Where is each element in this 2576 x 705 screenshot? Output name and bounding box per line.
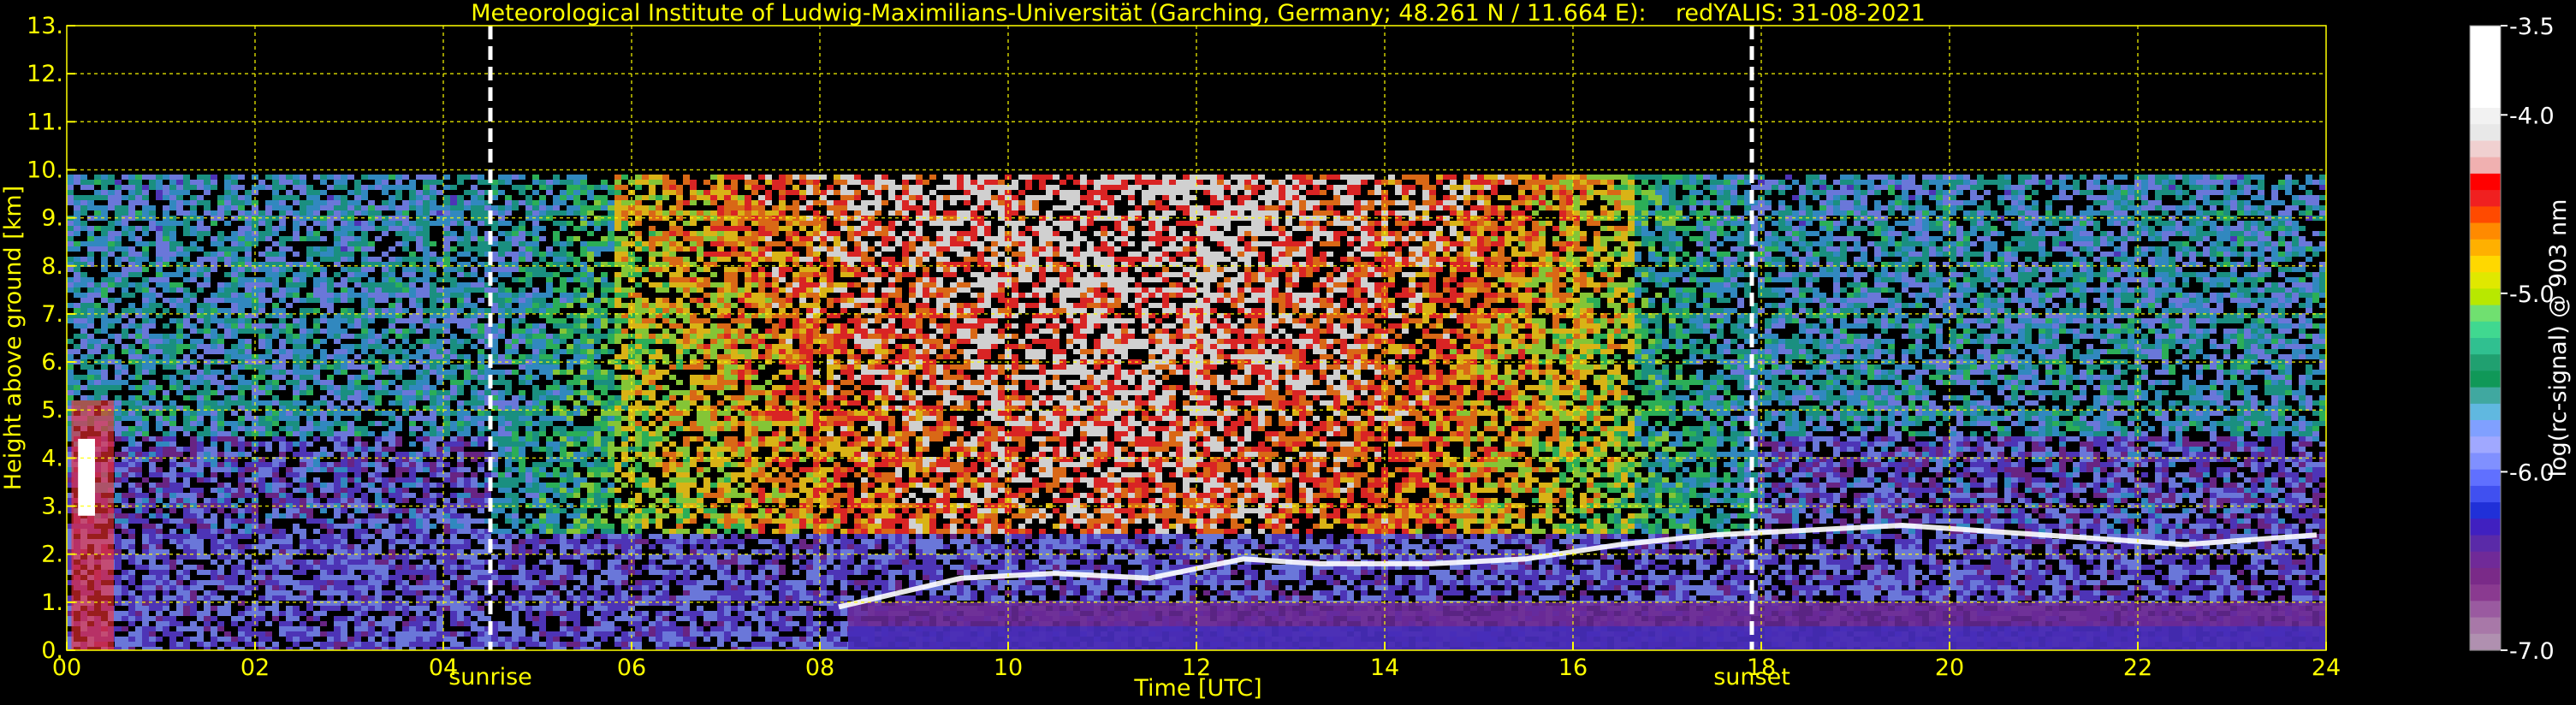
- colorbar-swatch: [2470, 584, 2501, 601]
- colorbar-swatch: [2470, 387, 2501, 405]
- y-tick-label: 9.: [41, 205, 63, 232]
- colorbar-label: log(rc-signal) @ 903 nm: [2545, 199, 2572, 477]
- colorbar-swatch: [2470, 567, 2501, 585]
- colorbar-swatch: [2470, 469, 2501, 487]
- colorbar-swatch: [2470, 190, 2501, 207]
- colorbar-swatch: [2470, 108, 2501, 125]
- colorbar-swatch: [2470, 354, 2501, 372]
- y-axis-label: Height above ground [km]: [0, 186, 27, 490]
- colorbar-swatch: [2470, 222, 2501, 240]
- x-tick-label: 24: [2312, 655, 2341, 681]
- colorbar-swatch: [2470, 370, 2501, 388]
- colorbar-swatch: [2470, 157, 2501, 175]
- x-tick-label: 10: [994, 655, 1023, 681]
- x-tick-label: 18: [1747, 655, 1776, 681]
- y-tick-label: 11.: [27, 109, 63, 135]
- colorbar-swatch: [2470, 288, 2501, 306]
- colorbar-swatch: [2470, 633, 2501, 651]
- colorbar-tick-label: -4.0: [2509, 103, 2555, 129]
- colorbar-swatch: [2470, 453, 2501, 471]
- colorbar-swatch: [2470, 485, 2501, 503]
- colorbar-swatch: [2470, 255, 2501, 273]
- colorbar-swatch: [2470, 420, 2501, 437]
- colorbar-swatch: [2470, 74, 2501, 92]
- colorbar-swatch: [2470, 58, 2501, 76]
- colorbar-swatch: [2470, 338, 2501, 355]
- y-tick-label: 10.: [27, 157, 63, 183]
- y-tick-label: 5.: [41, 397, 63, 424]
- colorbar-swatch: [2470, 140, 2501, 158]
- colorbar-swatch: [2470, 321, 2501, 339]
- y-tick-label: 12.: [27, 61, 63, 87]
- y-tick-label: 1.: [41, 589, 63, 616]
- colorbar-swatch: [2470, 42, 2501, 60]
- colorbar-swatch: [2470, 206, 2501, 224]
- y-tick-label: 0.: [41, 637, 63, 664]
- colorbar-swatch: [2470, 305, 2501, 323]
- x-tick-label: 06: [617, 655, 646, 681]
- colorbar-swatch: [2470, 551, 2501, 569]
- y-tick-label: 2.: [41, 542, 63, 568]
- colorbar-swatch: [2470, 518, 2501, 536]
- y-tick-label: 8.: [41, 253, 63, 280]
- x-tick-label: 02: [240, 655, 270, 681]
- colorbar-swatch: [2470, 26, 2501, 43]
- sunrise-marker-label: sunrise: [448, 664, 532, 690]
- x-tick-label: 14: [1370, 655, 1399, 681]
- colorbar-swatch: [2470, 272, 2501, 289]
- y-tick-label: 4.: [41, 445, 63, 471]
- colorbar-swatch: [2470, 502, 2501, 519]
- colorbar-swatch: [2470, 436, 2501, 454]
- x-tick-label: 22: [2123, 655, 2152, 681]
- surface-layer-band: [848, 625, 2326, 650]
- colorbar-swatch: [2470, 239, 2501, 257]
- y-tick-label: 3.: [41, 494, 63, 520]
- colorbar-tick-label: -7.0: [2509, 638, 2555, 665]
- early-cloud: [71, 400, 114, 650]
- early-cloud-core: [78, 438, 95, 516]
- colorbar-swatch: [2470, 535, 2501, 553]
- colorbar-swatch: [2470, 124, 2501, 142]
- y-tick-label: 6.: [41, 349, 63, 376]
- x-axis-label: Time [UTC]: [1133, 675, 1261, 702]
- x-tick-label: 04: [429, 655, 458, 681]
- x-tick-label: 16: [1558, 655, 1588, 681]
- colorbar-swatch: [2470, 91, 2501, 109]
- y-tick-label: 7.: [41, 301, 63, 328]
- colorbar-swatch: [2470, 173, 2501, 191]
- colorbar-swatch: [2470, 617, 2501, 635]
- x-tick-label: 20: [1935, 655, 1964, 681]
- chart-title: Meteorological Institute of Ludwig-Maxim…: [471, 0, 1926, 27]
- lidar-chart: sunrise sunset 00 02 04 06 08 10 12 14 16 18 20 22 24…: [0, 0, 2576, 705]
- colorbar-swatch: [2470, 601, 2501, 619]
- colorbar-swatch: [2470, 403, 2501, 421]
- y-tick-label: 13.: [27, 13, 63, 39]
- colorbar-tick-label: -3.5: [2509, 14, 2555, 40]
- colorbar: [2469, 25, 2502, 651]
- x-tick-label: 08: [805, 655, 834, 681]
